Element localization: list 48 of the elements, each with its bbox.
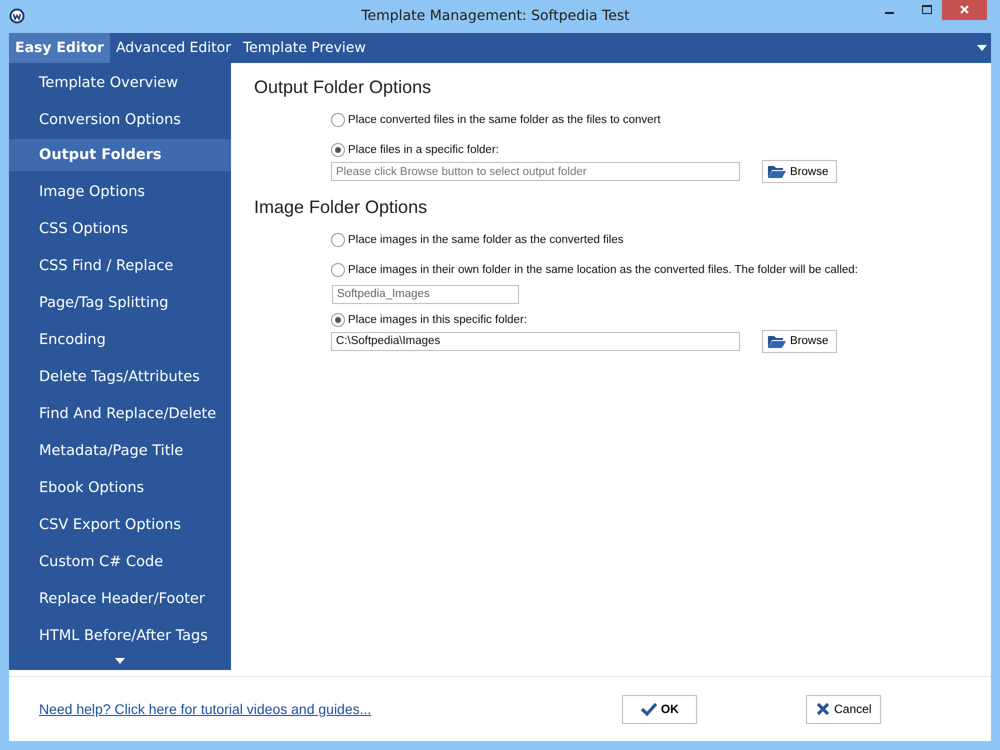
sidebar-item[interactable]: Metadata/Page Title xyxy=(9,432,231,469)
checkmark-icon xyxy=(640,702,657,716)
help-link[interactable]: Need help? Click here for tutorial videos and guides... xyxy=(39,701,372,717)
close-icon[interactable] xyxy=(942,0,987,20)
sidebar-item[interactable]: Page/Tag Splitting xyxy=(9,284,231,321)
editor-tab[interactable]: Easy Editor xyxy=(9,33,110,63)
folder-icon xyxy=(767,334,787,348)
sidebar-item[interactable]: CSV Export Options xyxy=(9,506,231,543)
section-title: Image Folder Options xyxy=(254,197,428,218)
radio-button[interactable] xyxy=(331,312,345,326)
cross-icon xyxy=(816,702,830,716)
browse-button[interactable]: Browse xyxy=(762,160,837,183)
radio-label: Place images in this specific folder: xyxy=(348,314,527,326)
editor-tab[interactable]: Template Preview xyxy=(237,33,372,63)
sidebar-item[interactable]: Find And Replace/Delete xyxy=(9,395,231,432)
sidebar-item[interactable]: Ebook Options xyxy=(9,469,231,506)
sidebar-item[interactable]: Image Options xyxy=(9,173,231,210)
cancel-button[interactable]: Cancel xyxy=(806,694,882,724)
sidebar-item[interactable]: Replace Header/Footer xyxy=(9,580,231,617)
radio-button[interactable] xyxy=(331,113,345,127)
window-title: Template Management: Softpedia Test xyxy=(360,8,630,24)
radio-button[interactable] xyxy=(331,263,345,277)
editor-tab[interactable]: Advanced Editor xyxy=(110,33,237,63)
folder-path-field[interactable]: Please click Browse button to select output folder xyxy=(331,162,740,181)
folder-icon xyxy=(767,164,787,179)
folder-name-field[interactable]: Softpedia_Images xyxy=(332,284,519,304)
radio-label: Place files in a specific folder: xyxy=(348,144,499,156)
section-title: Output Folder Options xyxy=(254,77,432,98)
dropdown-caret-icon[interactable] xyxy=(977,45,987,51)
radio-label: Place images in their own folder in the same location as the converted files. The folder will be called: xyxy=(348,264,858,276)
sidebar-item[interactable]: Delete Tags/Attributes xyxy=(9,358,231,395)
folder-path-field[interactable]: C:\Softpedia\Images xyxy=(331,332,740,350)
sidebar-item[interactable]: HTML Before/After Tags xyxy=(9,617,231,654)
radio-label: Place images in the same folder as the converted files xyxy=(348,234,624,246)
radio-button[interactable] xyxy=(331,233,345,247)
sidebar-item[interactable]: CSS Find / Replace xyxy=(9,247,231,284)
sidebar-item[interactable]: Encoding xyxy=(9,321,231,358)
app-logo-icon xyxy=(9,8,25,24)
radio-button[interactable] xyxy=(331,143,345,157)
sidebar-item[interactable]: Conversion Options xyxy=(9,101,231,138)
radio-label: Place converted files in the same folder as the files to convert xyxy=(348,114,661,126)
scroll-down-caret-icon[interactable] xyxy=(115,658,125,664)
sidebar-item[interactable]: CSS Options xyxy=(9,210,231,247)
ok-button[interactable]: OK xyxy=(622,694,698,724)
sidebar-item[interactable]: Template Overview xyxy=(9,64,231,101)
sidebar-item[interactable]: Output Folders xyxy=(9,139,231,171)
browse-button[interactable]: Browse xyxy=(762,330,837,352)
sidebar-item[interactable]: Custom C# Code xyxy=(9,543,231,580)
